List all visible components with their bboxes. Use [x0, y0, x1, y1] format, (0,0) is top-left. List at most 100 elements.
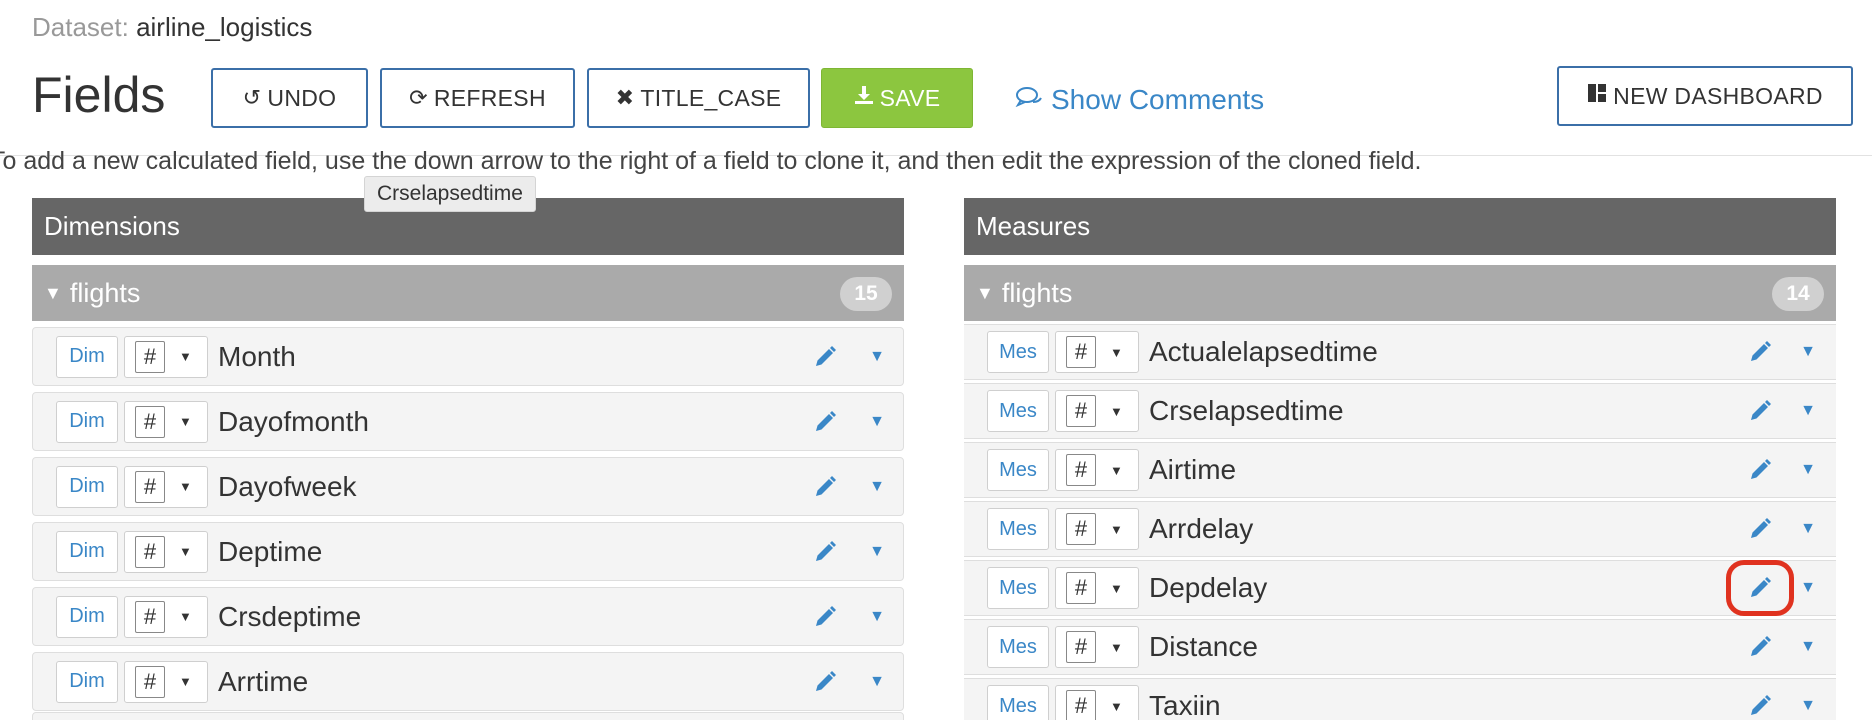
field-name[interactable]: Dayofweek: [218, 471, 357, 503]
role-toggle[interactable]: Dim: [56, 660, 118, 703]
field-name[interactable]: Depdelay: [1149, 572, 1267, 604]
dataset-label: Dataset: airline_logistics: [32, 12, 312, 43]
field-name[interactable]: Distance: [1149, 631, 1258, 663]
pencil-icon[interactable]: [811, 603, 839, 631]
caret-down-icon[interactable]: ▼: [1800, 520, 1816, 538]
caret-down-icon: ▼: [1110, 580, 1123, 596]
refresh-label: REFRESH: [433, 84, 546, 111]
caret-down-icon: ▼: [1110, 639, 1123, 655]
type-select[interactable]: # ▼: [124, 400, 208, 443]
pencil-icon[interactable]: [1746, 338, 1774, 366]
type-select[interactable]: # ▼: [124, 335, 208, 378]
field-name[interactable]: Taxiin: [1149, 690, 1221, 720]
role-toggle[interactable]: Dim: [56, 400, 118, 443]
role-toggle[interactable]: Mes: [987, 390, 1049, 432]
caret-down-icon: ▼: [44, 282, 62, 303]
field-name[interactable]: Dayofmonth: [218, 406, 369, 438]
numeric-type-icon: #: [1066, 572, 1096, 604]
role-toggle[interactable]: Dim: [56, 530, 118, 573]
field-row: Mes # ▼ Taxiin ▼: [964, 678, 1836, 720]
pencil-icon[interactable]: [811, 473, 839, 501]
field-name[interactable]: Arrdelay: [1149, 513, 1253, 545]
caret-down-icon[interactable]: ▼: [869, 543, 885, 561]
type-select[interactable]: # ▼: [124, 660, 208, 703]
type-select[interactable]: # ▼: [124, 530, 208, 573]
caret-down-icon: ▼: [1110, 462, 1123, 478]
type-select[interactable]: # ▼: [1055, 567, 1139, 609]
comments-icon: [1015, 85, 1043, 116]
undo-button[interactable]: ↺ UNDO: [211, 68, 368, 128]
caret-down-icon[interactable]: ▼: [1800, 402, 1816, 420]
measures-group-flights[interactable]: ▼ flights 14: [964, 265, 1836, 321]
type-select[interactable]: # ▼: [1055, 331, 1139, 373]
caret-down-icon[interactable]: ▼: [1800, 461, 1816, 479]
caret-down-icon[interactable]: ▼: [869, 413, 885, 431]
role-toggle[interactable]: Mes: [987, 567, 1049, 609]
pencil-icon[interactable]: [1746, 633, 1774, 661]
caret-down-icon: ▼: [179, 609, 192, 624]
pencil-icon[interactable]: [1746, 397, 1774, 425]
role-toggle[interactable]: Dim: [56, 465, 118, 508]
pencil-icon[interactable]: [811, 668, 839, 696]
group-name: flights: [1001, 277, 1073, 308]
dataset-name: airline_logistics: [136, 12, 313, 42]
caret-down-icon: ▼: [1110, 403, 1123, 419]
role-toggle[interactable]: Mes: [987, 685, 1049, 720]
dimensions-panel: Dimensions ▼ flights 15 Dim # ▼ Month ▼ Dim # ▼…: [32, 198, 904, 711]
show-comments-link[interactable]: Show Comments: [1015, 84, 1264, 116]
refresh-button[interactable]: ⟳ REFRESH: [380, 68, 575, 128]
caret-down-icon[interactable]: ▼: [1800, 579, 1816, 597]
type-select[interactable]: # ▼: [124, 595, 208, 638]
numeric-type-icon: #: [1066, 454, 1096, 486]
dashboard-icon: [1587, 83, 1607, 109]
role-toggle[interactable]: Mes: [987, 331, 1049, 373]
field-name[interactable]: Airtime: [1149, 454, 1236, 486]
type-select[interactable]: # ▼: [1055, 390, 1139, 432]
role-toggle[interactable]: Mes: [987, 626, 1049, 668]
numeric-type-icon: #: [135, 340, 165, 373]
pencil-icon[interactable]: [811, 343, 839, 371]
dimensions-group-flights[interactable]: ▼ flights 15: [32, 265, 904, 321]
role-toggle[interactable]: Mes: [987, 508, 1049, 550]
field-name[interactable]: Arrtime: [218, 666, 308, 698]
type-select[interactable]: # ▼: [1055, 449, 1139, 491]
type-select[interactable]: # ▼: [1055, 626, 1139, 668]
caret-down-icon: ▼: [976, 282, 994, 303]
caret-down-icon: ▼: [1110, 698, 1123, 714]
numeric-type-icon: #: [135, 535, 165, 568]
pencil-icon[interactable]: [1746, 515, 1774, 543]
field-row: Dim # ▼ Deptime ▼: [32, 522, 904, 581]
count-badge: 14: [1772, 277, 1824, 311]
caret-down-icon[interactable]: ▼: [869, 673, 885, 691]
type-select[interactable]: # ▼: [1055, 685, 1139, 720]
role-toggle[interactable]: Mes: [987, 449, 1049, 491]
field-name[interactable]: Actualelapsedtime: [1149, 336, 1378, 368]
highlight-ring: [1726, 560, 1794, 616]
pencil-icon[interactable]: [811, 408, 839, 436]
role-toggle[interactable]: Dim: [56, 595, 118, 638]
field-name[interactable]: Crselapsedtime: [1149, 395, 1344, 427]
pencil-icon[interactable]: [1746, 456, 1774, 484]
pencil-icon[interactable]: [811, 538, 839, 566]
new-dashboard-button[interactable]: NEW DASHBOARD: [1557, 66, 1853, 126]
save-button[interactable]: SAVE: [821, 68, 973, 128]
title-case-button[interactable]: ✖ TITLE_CASE: [587, 68, 810, 128]
count-badge: 15: [840, 277, 892, 311]
caret-down-icon[interactable]: ▼: [1800, 343, 1816, 361]
caret-down-icon[interactable]: ▼: [869, 478, 885, 496]
caret-down-icon[interactable]: ▼: [1800, 638, 1816, 656]
field-name[interactable]: Deptime: [218, 536, 322, 568]
caret-down-icon[interactable]: ▼: [869, 608, 885, 626]
caret-down-icon[interactable]: ▼: [1800, 697, 1816, 715]
instructions-body: To add a new calculated field, use the d…: [0, 147, 1422, 175]
caret-down-icon[interactable]: ▼: [869, 348, 885, 366]
field-row: Mes # ▼ Arrdelay ▼: [964, 501, 1836, 557]
numeric-type-icon: #: [1066, 336, 1096, 368]
type-select[interactable]: # ▼: [124, 465, 208, 508]
pencil-icon[interactable]: [1746, 692, 1774, 720]
field-name[interactable]: Crsdeptime: [218, 601, 361, 633]
numeric-type-icon: #: [1066, 690, 1096, 720]
type-select[interactable]: # ▼: [1055, 508, 1139, 550]
field-name[interactable]: Month: [218, 341, 296, 373]
role-toggle[interactable]: Dim: [56, 335, 118, 378]
